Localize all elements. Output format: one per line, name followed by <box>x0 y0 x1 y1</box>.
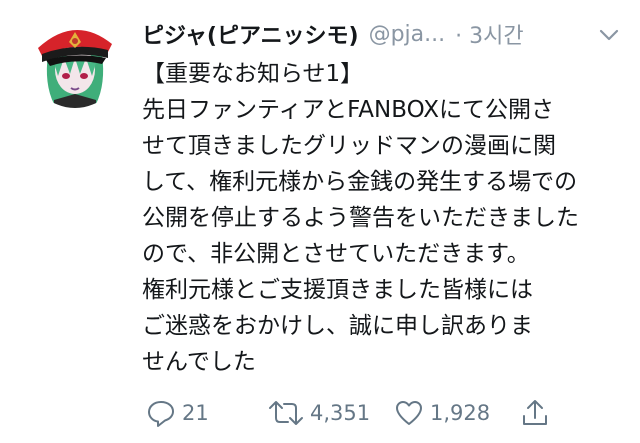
tweet-text-line: ので、非公開とさせていただきます。 <box>142 241 530 267</box>
author-name[interactable]: ピジャ(ピアニッシモ) <box>142 18 359 50</box>
tweet-actions: 21 4,351 1,928 <box>146 393 586 433</box>
tweet-text-line: 権利元様とご支援頂きました皆様には <box>142 277 533 303</box>
tweet-header: ピジャ(ピアニッシモ) @pja... · 3시간 <box>142 14 622 54</box>
reply-button[interactable]: 21 <box>146 398 268 428</box>
reply-count: 21 <box>182 401 209 425</box>
share-button[interactable] <box>520 398 560 428</box>
retweet-count: 4,351 <box>310 401 371 425</box>
like-button[interactable]: 1,928 <box>394 398 520 428</box>
share-icon <box>523 400 547 425</box>
tweet-text-line: 先日ファンティアとFANBOXにて公開さ <box>142 97 554 123</box>
tweet-text-line: 【重要なお知らせ1】 <box>142 61 364 87</box>
tweet-text-line: ご迷惑をおかけし、誠に申し訳ありま <box>142 313 533 339</box>
tweet-text-line: せんでした <box>142 349 256 375</box>
retweet-button[interactable]: 4,351 <box>268 398 394 428</box>
tweet-card[interactable]: ピジャ(ピアニッシモ) @pja... · 3시간 【重要なお知らせ1】 先日フ… <box>0 0 640 443</box>
tweet-timestamp[interactable]: · 3시간 <box>455 18 523 50</box>
avatar-image <box>28 14 122 108</box>
tweet-text-line: して、権利元様から金銭の発生する場での <box>142 169 578 195</box>
tweet-text: 【重要なお知らせ1】 先日ファンティアとFANBOXにて公開さ せて頂きましたグ… <box>142 56 622 380</box>
reply-icon <box>148 401 174 427</box>
like-count: 1,928 <box>430 401 491 425</box>
author-handle[interactable]: @pja... <box>369 22 446 47</box>
retweet-icon <box>269 401 303 425</box>
tweet-content: ピジャ(ピアニッシモ) @pja... · 3시간 【重要なお知らせ1】 先日フ… <box>142 14 622 380</box>
avatar[interactable] <box>28 14 122 108</box>
chevron-down-icon[interactable] <box>596 22 622 48</box>
heart-icon <box>396 401 422 425</box>
tweet-text-line: 公開を停止するよう警告をいただきました <box>142 205 579 231</box>
tweet-text-line: せて頂きましたグリッドマンの漫画に関 <box>142 133 556 159</box>
